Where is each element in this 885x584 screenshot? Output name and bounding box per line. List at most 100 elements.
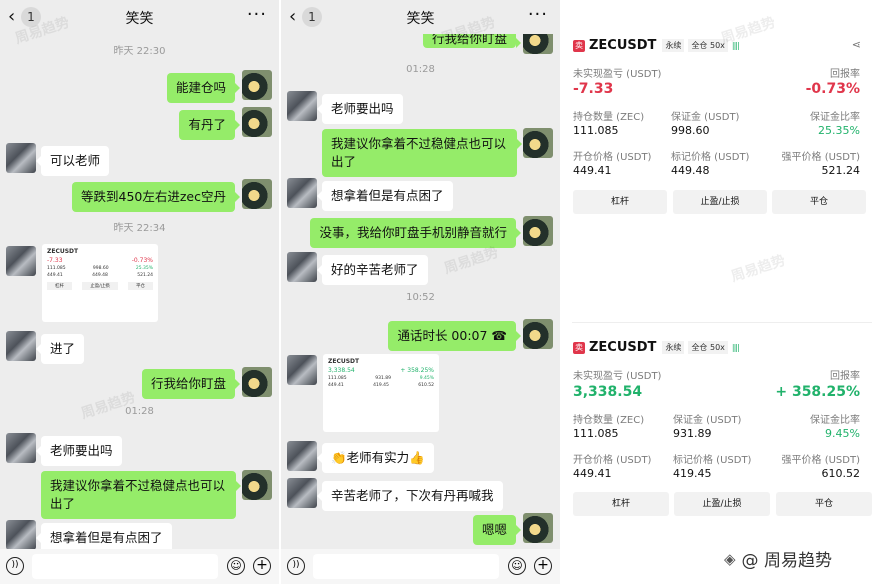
position-cards: 卖 ZECUSDT 永续 全仓 50x |||| ⋖ 未实现盈亏 (USDT) … <box>562 0 885 584</box>
entry-label: 开仓价格 (USDT) <box>573 455 652 466</box>
thumb-size: 111.085 <box>47 266 66 271</box>
margin-mode-tag: 全仓 50x <box>688 39 728 52</box>
thumb-mark: 449.48 <box>92 273 108 278</box>
avatar[interactable] <box>242 367 272 397</box>
thumb-btn: 平仓 <box>128 282 153 290</box>
plus-icon[interactable]: + <box>253 557 271 575</box>
message-bubble[interactable]: 进了 <box>35 334 85 364</box>
message-input[interactable] <box>32 554 218 579</box>
close-position-button[interactable]: 平仓 <box>776 492 872 516</box>
avatar[interactable] <box>6 520 36 550</box>
perp-tag: 永续 <box>662 39 685 52</box>
chat-title: 笑笑 <box>406 11 435 27</box>
avatar[interactable] <box>287 178 317 208</box>
mark-label: 标记价格 (USDT) <box>671 152 750 163</box>
sell-badge: 卖 <box>573 39 585 52</box>
avatar[interactable] <box>6 143 36 173</box>
more-dots-icon[interactable]: ··· <box>247 4 267 25</box>
avatar[interactable] <box>6 433 36 463</box>
phone-icon: ☎ <box>491 328 507 343</box>
message-bubble[interactable]: 行我给你盯盘 <box>141 369 241 399</box>
avatar[interactable] <box>242 470 272 500</box>
roe-value: -0.73% <box>805 81 860 97</box>
avatar[interactable] <box>242 179 272 209</box>
close-position-button[interactable]: 平仓 <box>772 190 866 214</box>
voice-icon[interactable]: )) <box>6 557 24 575</box>
screenshot-image[interactable]: ZECUSDT 3,338.54 + 358.25% 111.085 931.89 9… <box>323 354 439 432</box>
margin-ratio-label: 保证金比率 <box>810 112 860 123</box>
input-bar: )) ☺ + <box>0 549 279 584</box>
avatar[interactable] <box>523 513 553 543</box>
timestamp: 10:52 <box>406 292 435 303</box>
message-bubble[interactable]: 老师要出吗 <box>36 436 122 466</box>
mark-label: 标记价格 (USDT) <box>673 455 752 466</box>
emoji-icon[interactable]: ☺ <box>508 557 526 575</box>
thumb-roe: -0.73% <box>131 257 153 264</box>
message-bubble[interactable]: 想拿着但是有点困了 <box>317 181 453 211</box>
timestamp: 昨天 22:34 <box>113 223 166 234</box>
card-header: 卖 ZECUSDT 永续 全仓 50x |||| <box>573 340 740 355</box>
avatar[interactable] <box>523 216 553 246</box>
message-bubble[interactable]: 可以老师 <box>35 146 110 176</box>
avatar[interactable] <box>242 107 272 137</box>
avatar[interactable] <box>6 331 36 361</box>
margin-label: 保证金 (USDT) <box>671 112 740 123</box>
avatar[interactable] <box>523 128 553 158</box>
card-symbol: ZECUSDT <box>589 38 657 53</box>
message-bubble[interactable]: 我建议你拿着不过稳健点也可以出了 <box>41 471 241 519</box>
chat-window-1: ‹ 1 笑笑 ··· 昨天 22:30 能建仓吗 有丹了 可以老师 等跌到450… <box>0 0 279 584</box>
message-bubble[interactable]: 👏老师有实力👍 <box>317 443 434 473</box>
message-bubble[interactable]: 老师要出吗 <box>317 94 403 124</box>
card-header: 卖 ZECUSDT 永续 全仓 50x |||| <box>573 38 740 53</box>
margin-ratio-label: 保证金比率 <box>810 415 860 426</box>
margin-ratio-value: 25.35% <box>818 124 860 137</box>
message-bubble[interactable]: 好的辛苦老师了 <box>317 255 428 285</box>
avatar[interactable] <box>287 478 317 508</box>
avatar[interactable] <box>523 319 553 349</box>
size-value: 111.085 <box>573 124 619 137</box>
message-bubble[interactable]: 等跌到450左右进zec空丹 <box>72 182 240 212</box>
roe-value: + 358.25% <box>775 384 860 400</box>
tpsl-button[interactable]: 止盈/止损 <box>673 190 767 214</box>
plus-icon[interactable]: + <box>534 557 552 575</box>
avatar[interactable] <box>287 441 317 471</box>
margin-value: 931.89 <box>673 427 712 440</box>
thumb-entry: 449.41 <box>47 273 63 278</box>
screenshot-image[interactable]: ZECUSDT -7.33 -0.73% 111.085 998.60 25.35% … <box>42 244 158 322</box>
call-record-bubble[interactable]: 通话时长 00:07 ☎ <box>388 321 521 351</box>
avatar[interactable] <box>287 355 317 385</box>
leverage-button[interactable]: 杠杆 <box>573 492 669 516</box>
brand-logo-icon: ◈ <box>724 549 736 568</box>
pnl-value: -7.33 <box>573 81 614 97</box>
size-label: 持仓数量 (ZEC) <box>573 415 645 426</box>
liq-label: 强平价格 (USDT) <box>781 152 860 163</box>
thumb-symbol: ZECUSDT <box>328 358 360 365</box>
margin-value: 998.60 <box>671 124 710 137</box>
message-bubble[interactable]: 有丹了 <box>179 110 240 140</box>
thumb-margin-ratio: 25.35% <box>135 266 153 271</box>
avatar[interactable] <box>6 246 36 276</box>
avatar[interactable] <box>242 70 272 100</box>
tpsl-button[interactable]: 止盈/止损 <box>674 492 770 516</box>
thumb-mark: 419.45 <box>373 383 389 388</box>
brand-text: @ 周易趋势 <box>741 551 832 571</box>
message-bubble[interactable]: 辛苦老师了，下次有丹再喊我 <box>317 481 503 511</box>
sell-badge: 卖 <box>573 341 585 354</box>
message-bubble[interactable]: 我建议你拿着不过稳健点也可以出了 <box>322 129 522 177</box>
emoji-icon[interactable]: ☺ <box>227 557 245 575</box>
leverage-button[interactable]: 杠杆 <box>573 190 667 214</box>
message-input[interactable] <box>313 554 499 579</box>
avatar[interactable] <box>287 252 317 282</box>
message-bubble[interactable]: 能建仓吗 <box>166 73 241 103</box>
input-bar: )) ☺ + <box>281 549 560 584</box>
avatar[interactable] <box>287 91 317 121</box>
share-icon[interactable]: ⋖ <box>852 38 861 51</box>
margin-ratio-value: 9.45% <box>825 427 860 440</box>
more-dots-icon[interactable]: ··· <box>528 4 548 25</box>
entry-value: 449.41 <box>573 467 612 480</box>
message-bubble[interactable]: 嗯嗯 <box>472 515 522 545</box>
message-bubble[interactable]: 没事，我给你盯盘手机别静音就行 <box>310 218 521 248</box>
thumb-pnl: 3,338.54 <box>328 367 355 374</box>
entry-value: 449.41 <box>573 164 612 177</box>
voice-icon[interactable]: )) <box>287 557 305 575</box>
